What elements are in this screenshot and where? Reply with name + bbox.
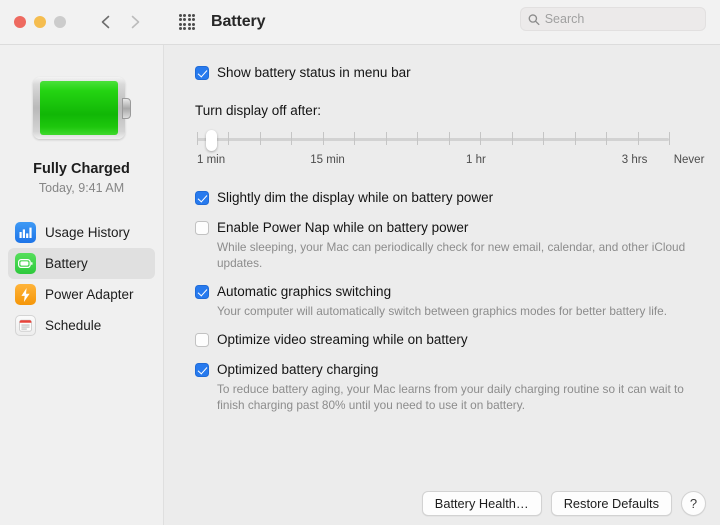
checkbox-label: Slightly dim the display while on batter… — [217, 190, 494, 205]
slider-tick — [511, 132, 513, 145]
checkbox-row-dim-display[interactable]: Slightly dim the display while on batter… — [195, 188, 700, 207]
calendar-icon — [15, 315, 36, 336]
sidebar-item-label: Schedule — [45, 318, 102, 333]
search-field[interactable] — [520, 7, 706, 31]
sidebar-item-label: Usage History — [45, 225, 130, 240]
battery-icon — [15, 253, 36, 274]
turn-display-off-slider[interactable]: 1 min 15 min 1 hr 3 hrs Never — [195, 130, 704, 174]
sidebar-item-power-adapter[interactable]: Power Adapter — [8, 279, 155, 310]
checkbox-optimize-video-streaming[interactable] — [195, 333, 209, 347]
checkbox-label: Optimized battery charging — [217, 362, 379, 377]
window-body: Fully Charged Today, 9:41 AM Usage Histo… — [0, 45, 720, 525]
navigation-buttons — [97, 13, 144, 31]
slider-track[interactable] — [197, 138, 669, 141]
sidebar-nav: Usage History Battery Power Adapter Sche… — [0, 217, 163, 341]
checkbox-label: Automatic graphics switching — [217, 284, 392, 299]
title-bar: Battery — [0, 0, 720, 45]
slider-tick — [322, 132, 324, 145]
charge-status-label: Fully Charged — [33, 161, 130, 177]
checkbox-label: Show battery status in menu bar — [217, 65, 411, 80]
checkbox-enable-power-nap[interactable] — [195, 221, 209, 235]
slider-tick — [637, 132, 639, 145]
checkbox-slightly-dim-display[interactable] — [195, 191, 209, 205]
main-content: Show battery status in menu bar Turn dis… — [164, 45, 720, 525]
slider-tick — [480, 132, 482, 145]
sidebar-item-schedule[interactable]: Schedule — [8, 310, 155, 341]
slider-tick-label: Never — [673, 154, 705, 166]
maximize-button[interactable] — [54, 16, 66, 28]
option-block-optimized-charging: Optimized battery charging To reduce bat… — [195, 360, 700, 413]
slider-tick — [228, 132, 230, 145]
checkbox-label: Optimize video streaming while on batter… — [217, 332, 468, 347]
charge-time-label: Today, 9:41 AM — [38, 181, 125, 195]
slider-tick — [606, 132, 608, 145]
chevron-right-icon[interactable] — [126, 13, 144, 31]
checkbox-row-graphics-switching[interactable]: Automatic graphics switching — [195, 282, 700, 301]
slider-tick-label: 1 min — [197, 154, 226, 166]
slider-tick-label: 1 hr — [466, 154, 486, 166]
helper-text: To reduce battery aging, your Mac learns… — [217, 382, 684, 412]
checkbox-label: Enable Power Nap while on battery power — [217, 220, 469, 235]
sidebar: Fully Charged Today, 9:41 AM Usage Histo… — [0, 45, 164, 525]
page-title: Battery — [211, 13, 266, 30]
sidebar-item-battery[interactable]: Battery — [8, 248, 155, 279]
slider-tick — [385, 132, 387, 145]
option-block-graphics-switching: Automatic graphics switching Your comput… — [195, 282, 700, 319]
sidebar-item-label: Battery — [45, 256, 88, 271]
option-block-optimize-video: Optimize video streaming while on batter… — [195, 330, 700, 349]
lightning-bolt-icon — [15, 284, 36, 305]
option-block-dim-display: Slightly dim the display while on batter… — [195, 188, 700, 207]
checkbox-automatic-graphics-switching[interactable] — [195, 285, 209, 299]
restore-defaults-button[interactable]: Restore Defaults — [550, 491, 672, 516]
slider-tick — [574, 132, 576, 145]
bar-chart-icon — [15, 222, 36, 243]
slider-tick — [543, 132, 545, 145]
checkbox-row-optimized-charging[interactable]: Optimized battery charging — [195, 360, 700, 379]
checkbox-show-battery-status[interactable] — [195, 66, 209, 80]
slider-tick-label: 15 min — [310, 154, 345, 166]
option-block-power-nap: Enable Power Nap while on battery power … — [195, 218, 700, 271]
checkbox-row-power-nap[interactable]: Enable Power Nap while on battery power — [195, 218, 700, 237]
footer-buttons: Battery Health… Restore Defaults ? — [421, 491, 706, 516]
close-button[interactable] — [14, 16, 26, 28]
slider-label: Turn display off after: — [195, 103, 322, 118]
battery-preferences-window: Battery Fully Charged Today, 9:41 AM — [0, 0, 720, 525]
battery-health-button[interactable]: Battery Health… — [421, 491, 542, 516]
checkbox-row-optimize-video[interactable]: Optimize video streaming while on batter… — [195, 330, 700, 349]
helper-text: Your computer will automatically switch … — [217, 304, 668, 318]
slider-tick — [417, 132, 419, 145]
search-icon — [528, 13, 540, 25]
search-input[interactable] — [544, 12, 698, 26]
helper-text: While sleeping, your Mac can periodicall… — [217, 240, 686, 270]
slider-tick — [259, 132, 261, 145]
slider-tick — [448, 132, 450, 145]
sidebar-item-usage-history[interactable]: Usage History — [8, 217, 155, 248]
chevron-left-icon[interactable] — [97, 13, 115, 31]
slider-tick — [197, 132, 198, 145]
minimize-button[interactable] — [34, 16, 46, 28]
sidebar-item-label: Power Adapter — [45, 287, 134, 302]
slider-tick — [354, 132, 356, 145]
window-controls — [14, 16, 66, 28]
slider-tick — [669, 132, 670, 145]
large-battery-full-icon — [0, 63, 163, 153]
checkbox-row-menu-bar[interactable]: Show battery status in menu bar — [195, 63, 700, 82]
help-button[interactable]: ? — [681, 491, 706, 516]
slider-tick — [291, 132, 293, 145]
slider-thumb[interactable] — [206, 130, 218, 151]
grid-apps-icon[interactable] — [177, 12, 197, 32]
slider-tick-label: 3 hrs — [621, 154, 648, 166]
checkbox-optimized-battery-charging[interactable] — [195, 363, 209, 377]
